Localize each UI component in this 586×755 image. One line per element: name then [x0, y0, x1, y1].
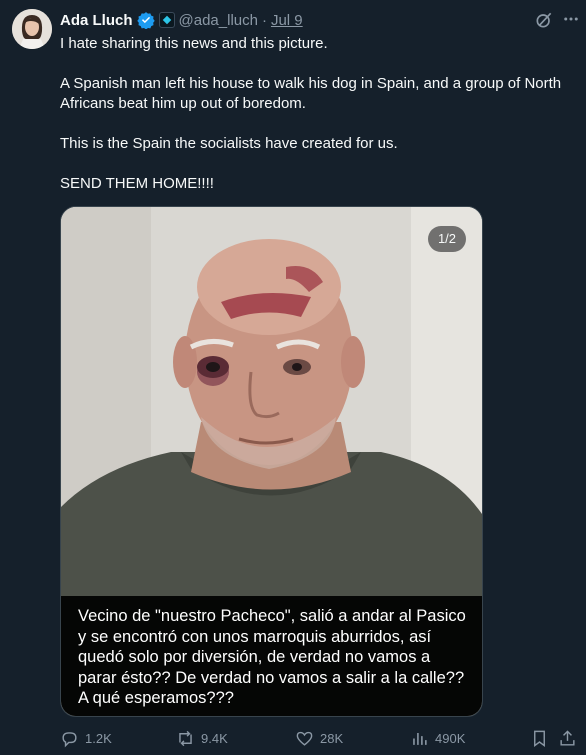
- like-count: 28K: [320, 731, 344, 746]
- media-counter: 1/2: [428, 226, 466, 252]
- tweet-media[interactable]: 1/2 Vecino de "nuestro Pacheco", salió a…: [60, 206, 483, 717]
- avatar[interactable]: [12, 9, 52, 49]
- affiliation-badge-icon[interactable]: [158, 12, 175, 28]
- views-count: 490K: [435, 731, 466, 746]
- media-caption-text: Vecino de "nuestro Pacheco", salió a and…: [78, 607, 466, 707]
- bookmark-icon: [534, 730, 545, 748]
- tweet-paragraph: A Spanish man left his house to walk his…: [60, 75, 562, 112]
- reply-icon: [62, 732, 77, 748]
- share-button[interactable]: [558, 729, 577, 748]
- author-name[interactable]: Ada Lluch: [60, 12, 133, 29]
- tweet-paragraph: SEND THEM HOME!!!!: [60, 175, 214, 192]
- bookmark-button[interactable]: [530, 729, 549, 748]
- heart-icon: [296, 731, 313, 746]
- grok-icon[interactable]: [534, 10, 554, 30]
- reply-button[interactable]: 1.2K: [60, 729, 112, 748]
- media-caption: Vecino de "nuestro Pacheco", salió a and…: [61, 596, 482, 716]
- avatar-image: [12, 9, 52, 49]
- verified-badge-icon[interactable]: [136, 11, 155, 29]
- more-icon[interactable]: [562, 10, 580, 28]
- share-icon: [560, 730, 575, 746]
- author-handle[interactable]: @ada_lluch: [179, 12, 258, 29]
- views-icon: [413, 732, 427, 745]
- repost-button[interactable]: 9.4K: [176, 729, 228, 748]
- tweet-header: Ada Lluch @ada_lluch · Jul 9: [60, 10, 536, 30]
- repost-count: 9.4K: [201, 731, 228, 746]
- tweet[interactable]: Ada Lluch @ada_lluch · Jul 9 I hate shar…: [0, 0, 586, 755]
- reply-count: 1.2K: [85, 731, 112, 746]
- repost-icon: [179, 730, 192, 747]
- header-separator: ·: [261, 11, 267, 29]
- tweet-date[interactable]: Jul 9: [271, 12, 303, 29]
- tweet-paragraph: This is the Spain the socialists have cr…: [60, 135, 398, 152]
- like-button[interactable]: 28K: [295, 729, 343, 748]
- tweet-actions: 1.2K 9.4K 28K 490K: [60, 729, 580, 751]
- tweet-paragraph: I hate sharing this news and this pictur…: [60, 35, 328, 52]
- views-button[interactable]: 490K: [410, 729, 465, 748]
- tweet-text: I hate sharing this news and this pictur…: [60, 34, 575, 214]
